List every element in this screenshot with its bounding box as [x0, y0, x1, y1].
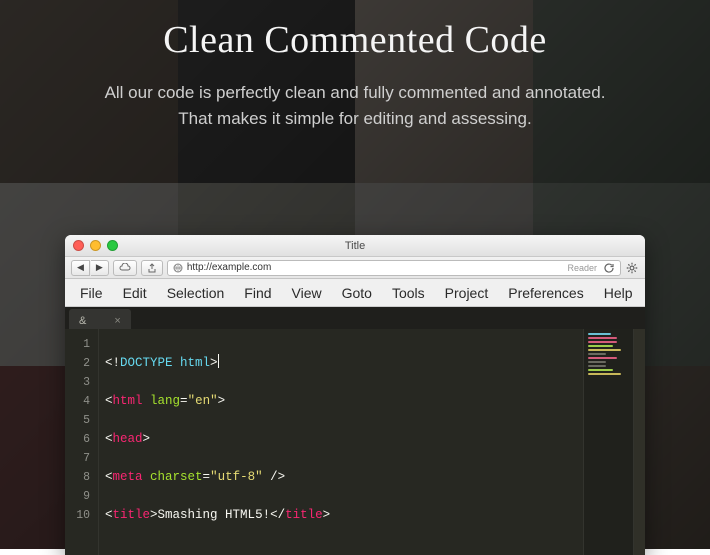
- line-number-gutter: 1 2 3 4 5 6 7 8 9 10: [65, 329, 99, 555]
- line-number: 6: [65, 430, 90, 449]
- cloud-icon: [119, 263, 131, 273]
- line-number: 8: [65, 468, 90, 487]
- menu-find[interactable]: Find: [235, 281, 280, 305]
- menu-preferences[interactable]: Preferences: [499, 281, 592, 305]
- window-close-icon[interactable]: [73, 240, 84, 251]
- subheading-line-1: All our code is perfectly clean and full…: [105, 83, 606, 102]
- cloud-button[interactable]: [113, 260, 137, 276]
- line-number: 2: [65, 354, 90, 373]
- menu-tools[interactable]: Tools: [383, 281, 434, 305]
- nav-back-forward-group: ◀ ▶: [71, 260, 109, 276]
- minimap[interactable]: [583, 329, 633, 555]
- line-number: 7: [65, 449, 90, 468]
- editor-menubar: File Edit Selection Find View Goto Tools…: [65, 279, 645, 307]
- menu-help[interactable]: Help: [595, 281, 642, 305]
- share-button[interactable]: [141, 260, 163, 276]
- nav-back-button[interactable]: ◀: [71, 260, 90, 276]
- code-editor[interactable]: 1 2 3 4 5 6 7 8 9 10 <!DOCTYPE html> <ht…: [65, 329, 645, 555]
- tab-close-icon[interactable]: ×: [114, 315, 120, 327]
- code-area[interactable]: <!DOCTYPE html> <html lang="en"> <head> …: [99, 329, 583, 555]
- address-url: http://example.com: [187, 262, 271, 273]
- line-number: 1: [65, 335, 90, 354]
- line-number: 4: [65, 392, 90, 411]
- menu-selection[interactable]: Selection: [158, 281, 234, 305]
- browser-toolbar: ◀ ▶ http://example.com Reader: [65, 257, 645, 279]
- window-maximize-icon[interactable]: [107, 240, 118, 251]
- menu-view[interactable]: View: [283, 281, 331, 305]
- section-heading: Clean Commented Code: [0, 18, 710, 62]
- text-caret: [218, 354, 219, 368]
- settings-icon[interactable]: [625, 261, 639, 275]
- window-minimize-icon[interactable]: [90, 240, 101, 251]
- active-tab[interactable]: & ×: [69, 309, 131, 329]
- window-titlebar: Title: [65, 235, 645, 257]
- line-number: 3: [65, 373, 90, 392]
- menu-project[interactable]: Project: [436, 281, 498, 305]
- line-number: 5: [65, 411, 90, 430]
- menu-goto[interactable]: Goto: [333, 281, 381, 305]
- browser-window: Title ◀ ▶ http://example.com Reader: [65, 235, 645, 555]
- share-icon: [147, 263, 157, 273]
- section-subheading: All our code is perfectly clean and full…: [0, 80, 710, 133]
- vertical-scrollbar[interactable]: [633, 329, 645, 555]
- nav-forward-button[interactable]: ▶: [91, 260, 109, 276]
- address-bar[interactable]: http://example.com Reader: [167, 260, 621, 276]
- menu-file[interactable]: File: [71, 281, 112, 305]
- reader-label[interactable]: Reader: [567, 263, 599, 273]
- line-number: 10: [65, 506, 90, 525]
- line-number: 9: [65, 487, 90, 506]
- menu-edit[interactable]: Edit: [114, 281, 156, 305]
- tab-strip: & ×: [65, 307, 645, 329]
- subheading-line-2: That makes it simple for editing and ass…: [178, 109, 531, 128]
- globe-icon: [173, 263, 183, 273]
- window-title: Title: [345, 240, 365, 252]
- refresh-icon[interactable]: [603, 262, 615, 274]
- tab-label: &: [79, 315, 86, 327]
- window-traffic-lights: [73, 240, 118, 251]
